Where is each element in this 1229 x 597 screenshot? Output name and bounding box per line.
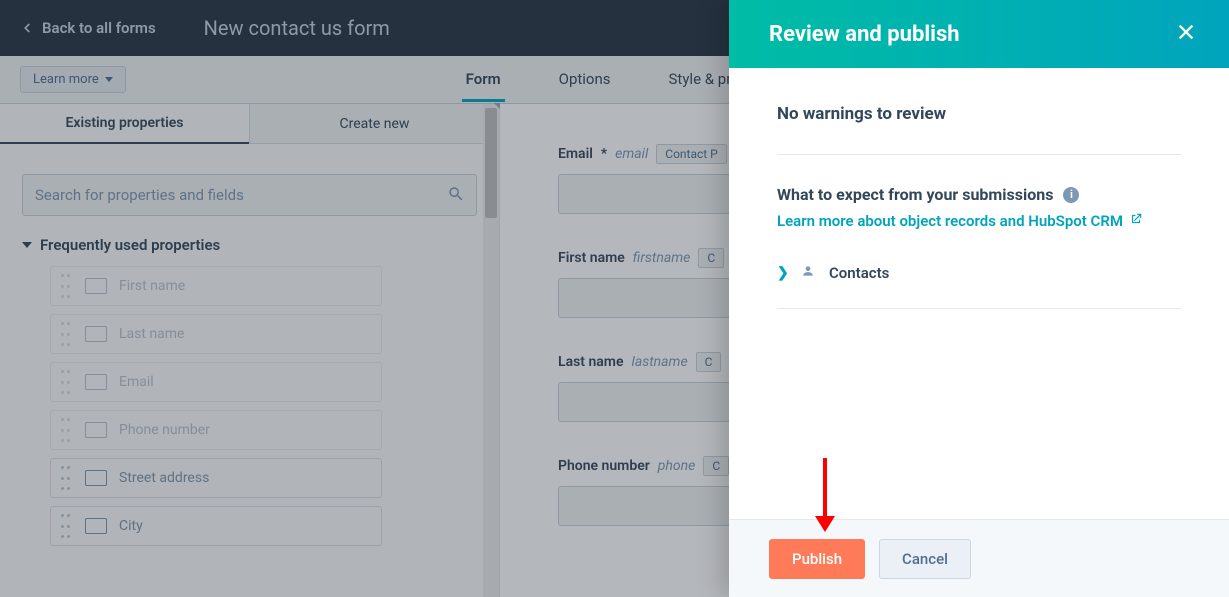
sidebar-scrollbar[interactable] — [483, 104, 499, 597]
person-icon — [801, 264, 815, 282]
property-last-name[interactable]: Last name — [50, 314, 382, 354]
publish-button[interactable]: Publish — [769, 539, 865, 579]
panel-footer: Publish Cancel — [729, 519, 1229, 597]
cancel-button[interactable]: Cancel — [879, 539, 971, 579]
info-icon[interactable]: i — [1063, 187, 1079, 203]
learn-more-label: Learn more — [33, 72, 99, 87]
object-label: Contacts — [829, 264, 889, 282]
property-street-address[interactable]: Street address — [50, 458, 382, 498]
property-list: First name Last name Email Phone number … — [50, 266, 499, 546]
tab-form[interactable]: Form — [462, 57, 505, 102]
property-first-name[interactable]: First name — [50, 266, 382, 306]
tab-options[interactable]: Options — [555, 57, 615, 102]
frequently-used-header[interactable]: Frequently used properties — [22, 236, 477, 254]
no-warnings-text: No warnings to review — [777, 104, 1181, 155]
panel-header: Review and publish — [729, 0, 1229, 68]
text-field-icon — [85, 278, 107, 294]
freq-label: Frequently used properties — [40, 236, 220, 254]
sidebar-tab-existing[interactable]: Existing properties — [0, 104, 249, 144]
text-field-icon — [85, 518, 107, 534]
text-field-icon — [85, 374, 107, 390]
property-phone-number[interactable]: Phone number — [50, 410, 382, 450]
close-button[interactable] — [1175, 21, 1197, 47]
sidebar-tab-create-new[interactable]: Create new — [249, 104, 499, 144]
review-publish-panel: Review and publish No warnings to review… — [729, 0, 1229, 597]
property-city[interactable]: City — [50, 506, 382, 546]
object-contacts-row[interactable]: ❯ Contacts — [777, 264, 1181, 309]
panel-title: Review and publish — [769, 22, 960, 47]
expect-heading: What to expect from your submissions i — [777, 185, 1181, 204]
caret-down-icon — [105, 77, 113, 82]
panel-body: No warnings to review What to expect fro… — [729, 68, 1229, 519]
back-label: Back to all forms — [42, 19, 156, 37]
learn-more-dropdown[interactable]: Learn more — [20, 66, 126, 93]
text-field-icon — [85, 470, 107, 486]
form-title[interactable]: New contact us form — [204, 16, 390, 40]
text-field-icon — [85, 326, 107, 342]
text-field-icon — [85, 422, 107, 438]
close-icon — [1175, 21, 1197, 43]
search-wrap — [22, 174, 477, 216]
caret-down-icon — [22, 242, 32, 248]
sidebar-tabs: Existing properties Create new — [0, 104, 499, 144]
properties-sidebar: Existing properties Create new Frequentl… — [0, 104, 500, 597]
search-icon — [447, 185, 465, 203]
chevron-left-icon — [20, 21, 34, 35]
property-email[interactable]: Email — [50, 362, 382, 402]
search-input[interactable] — [22, 174, 477, 216]
main-tabs: Form Options Style & preview — [462, 57, 774, 102]
learn-more-link[interactable]: Learn more about object records and HubS… — [777, 212, 1181, 230]
scrollbar-thumb[interactable] — [485, 108, 497, 218]
external-link-icon — [1129, 212, 1143, 230]
chevron-right-icon: ❯ — [777, 265, 787, 281]
back-to-forms-link[interactable]: Back to all forms — [20, 19, 156, 37]
